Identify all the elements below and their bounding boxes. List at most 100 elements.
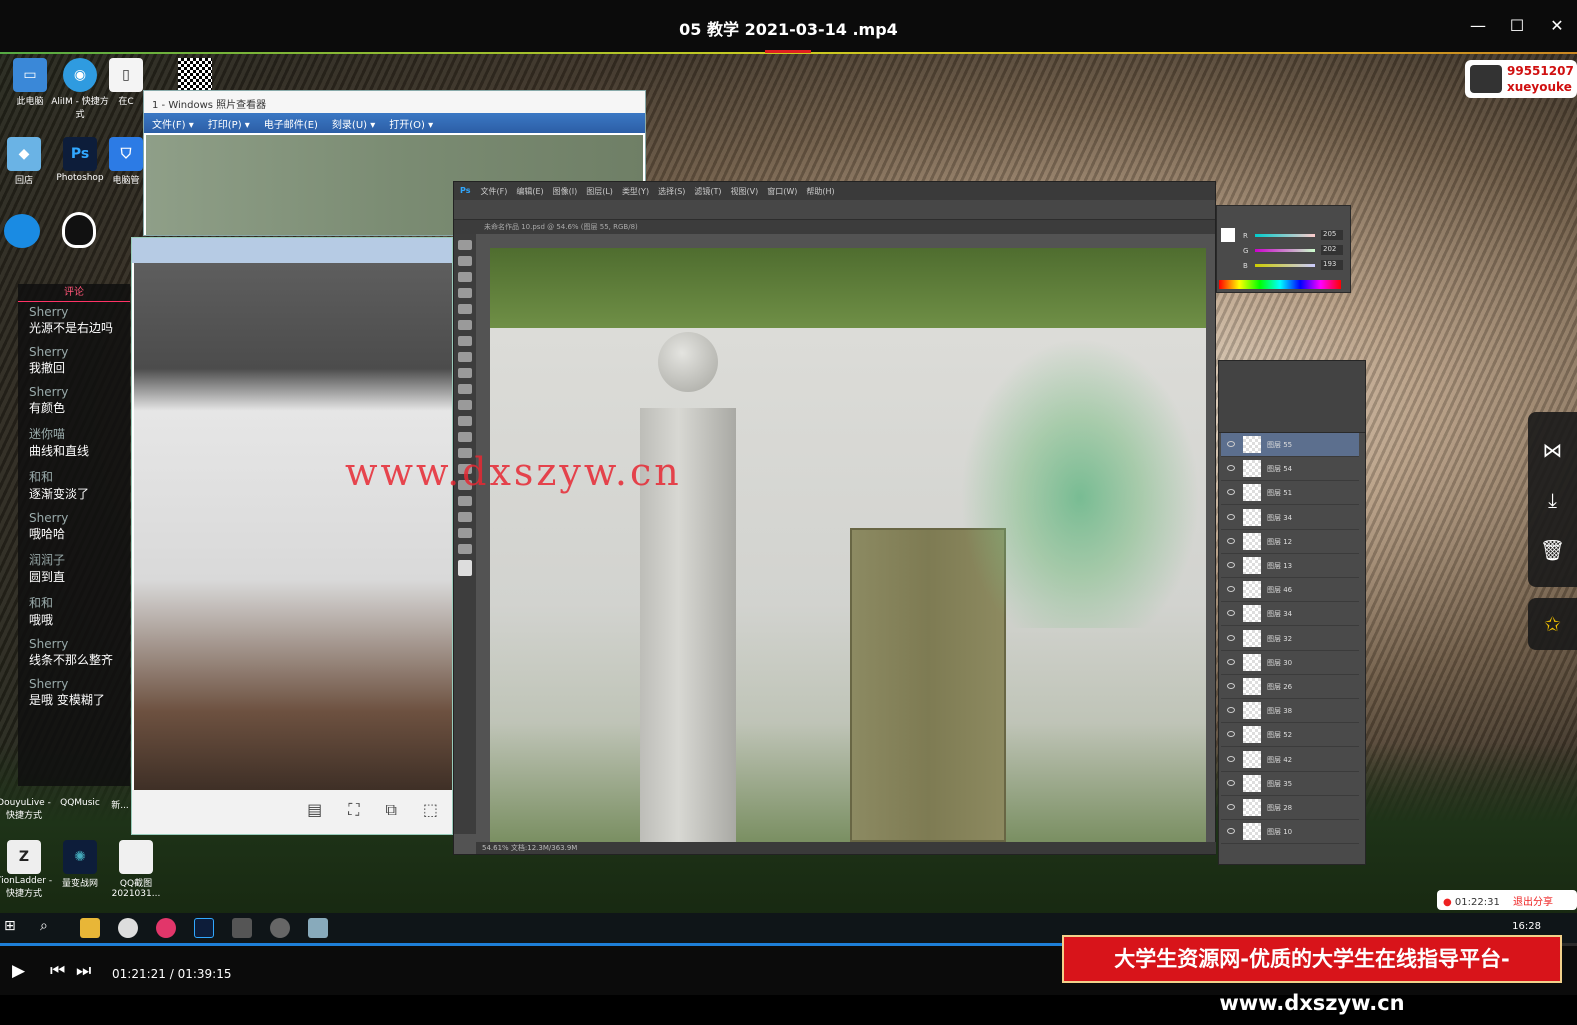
photo-viewer-taskbar-icon[interactable] [308,918,328,938]
photoshop-window[interactable]: Ps 文件(F) 编辑(E) 图像(I) 图层(L) 类型(Y) 选择(S) 滤镜(T) 视图… [453,181,1216,855]
desktop-icon-file[interactable]: ▯ 在C [106,58,146,107]
ps-menu-item[interactable]: 文件(F) [480,186,507,196]
ps-menu-item[interactable]: 图层(L) [586,186,613,196]
lasso-tool-icon[interactable] [458,272,472,282]
eyedropper-tool-icon[interactable] [458,320,472,330]
eye-icon[interactable] [1227,658,1235,665]
share-icon[interactable]: ⋈ [1528,425,1577,475]
crop-tool-icon[interactable] [458,304,472,314]
chat-username[interactable]: Sherry [29,637,119,651]
zoom-tool-icon[interactable] [458,544,472,554]
photoshop-taskbar-icon[interactable] [194,918,214,938]
hand-tool-icon[interactable] [458,528,472,538]
eye-icon[interactable] [1227,828,1235,835]
eye-icon[interactable] [1227,634,1235,641]
layer-row[interactable]: 图层 52 [1221,723,1359,748]
app-obs-icon[interactable] [270,918,290,938]
chat-username[interactable]: Sherry [29,677,119,691]
eye-icon[interactable] [1227,755,1235,762]
chat-username[interactable]: 迷你喵 [29,425,119,442]
ps-canvas[interactable] [490,248,1206,842]
fit-icon[interactable]: ⛶ [348,800,359,824]
layout-icon[interactable]: ▤ [307,800,322,824]
layer-row[interactable]: 图层 28 [1221,796,1359,820]
chat-username[interactable]: Sherry [29,511,119,525]
eye-icon[interactable] [1227,586,1235,593]
exit-share-button[interactable]: 退出分享 [1513,897,1553,908]
chat-header[interactable]: 评论 [18,284,130,302]
pin-icon[interactable]: ✩ [1528,598,1577,650]
chat-username[interactable]: Sherry [29,385,119,399]
chat-username[interactable]: Sherry [29,345,119,359]
desktop-icon-pcmanager[interactable]: ⛉ 电脑管 [106,137,146,186]
eye-icon[interactable] [1227,731,1235,738]
chat-username[interactable]: Sherry [29,305,119,319]
trash-icon[interactable]: 🗑 [1528,525,1577,575]
layer-row[interactable]: 图层 55 [1221,433,1359,457]
heal-tool-icon[interactable] [458,336,472,346]
chat-username[interactable]: 润润子 [29,551,119,568]
eye-icon[interactable] [1227,707,1235,714]
download-icon[interactable]: ⤓ [1528,475,1577,525]
history-brush-icon[interactable] [458,384,472,394]
brush-tool-icon[interactable] [458,352,472,362]
menu-file[interactable]: 文件(F) ▾ [152,116,194,131]
search-icon[interactable]: ⌕ [40,918,60,938]
color-swatch-icon[interactable] [458,560,472,576]
foreground-color-swatch[interactable] [1221,228,1235,242]
site-banner[interactable]: 大学生资源网-优质的大学生在线指导平台-www.dxszyw.cn [1062,935,1562,1015]
eraser-tool-icon[interactable] [458,400,472,410]
blur-tool-icon[interactable] [458,432,472,442]
ps-menu-item[interactable]: 窗口(W) [767,186,797,196]
eye-icon[interactable] [1227,683,1235,689]
menu-burn[interactable]: 刻录(U) ▾ [332,116,375,131]
eye-icon[interactable] [1227,779,1235,786]
move-tool-icon[interactable] [458,240,472,250]
menu-open[interactable]: 打开(O) ▾ [389,116,433,131]
close-icon[interactable]: ✕ [1545,14,1569,38]
layer-row[interactable]: 图层 35 [1221,772,1359,796]
chat-username[interactable]: 和和 [29,468,119,485]
path-select-icon[interactable] [458,496,472,506]
color-spectrum[interactable] [1219,280,1341,289]
eye-icon[interactable] [1227,465,1235,472]
blue-value[interactable]: 193 [1321,260,1343,270]
eye-icon[interactable] [1227,513,1235,520]
skip-back-icon[interactable]: ⏮ [50,961,65,981]
layer-row[interactable]: 图层 32 [1221,627,1359,651]
skip-forward-icon[interactable]: ⏭ [76,961,91,981]
layer-row[interactable]: 图层 42 [1221,748,1359,772]
ps-menu-item[interactable]: 视图(V) [731,186,759,196]
desktop-icon-aliim[interactable]: ◉ AliIM - 快捷方式 [50,58,110,120]
play-icon[interactable]: ▶ [12,961,25,981]
layer-row[interactable]: 图层 13 [1221,554,1359,578]
compare-icon[interactable]: ⧉ [385,800,396,824]
stamp-tool-icon[interactable] [458,368,472,378]
menu-print[interactable]: 打印(P) ▾ [208,116,250,131]
desktop-icon-screenshot[interactable]: QQ截图 2021031... [106,840,166,899]
music-icon[interactable] [4,214,40,248]
eye-icon[interactable] [1227,610,1235,617]
ps-menu-item[interactable]: 滤镜(T) [694,186,721,196]
ps-layers-panel[interactable]: 图层 55 图层 54 图层 51 图层 34 图层 12 图层 13 图层 46 图层 34… [1218,360,1366,865]
gradient-tool-icon[interactable] [458,416,472,426]
ps-menu-item[interactable]: 图像(I) [553,186,578,196]
eye-icon[interactable] [1227,804,1235,810]
ps-menu-item[interactable]: 选择(S) [658,186,685,196]
layer-row[interactable]: 图层 30 [1221,651,1359,675]
red-value[interactable]: 205 [1321,230,1343,240]
desktop-icon-tionladder[interactable]: Z TionLadder - 快捷方式 [0,840,54,899]
layer-row[interactable]: 图层 34 [1221,602,1359,627]
desktop-icon-douyu[interactable]: DouyuLive - 快捷方式 [0,798,54,821]
layer-row[interactable]: 图层 10 [1221,820,1359,845]
wand-tool-icon[interactable] [458,288,472,298]
layer-row[interactable]: 图层 26 [1221,675,1359,699]
eye-icon[interactable] [1227,489,1235,496]
marquee-tool-icon[interactable] [458,256,472,266]
reference-viewer-window[interactable]: ▤ ⛶ ⧉ ⬚ [131,237,453,835]
ps-menu-item[interactable]: 类型(Y) [622,186,649,196]
layer-row[interactable]: 图层 46 [1221,578,1359,603]
app-w-icon[interactable] [118,918,138,938]
layer-row[interactable]: 图层 12 [1221,530,1359,554]
eye-icon[interactable] [1227,537,1235,544]
